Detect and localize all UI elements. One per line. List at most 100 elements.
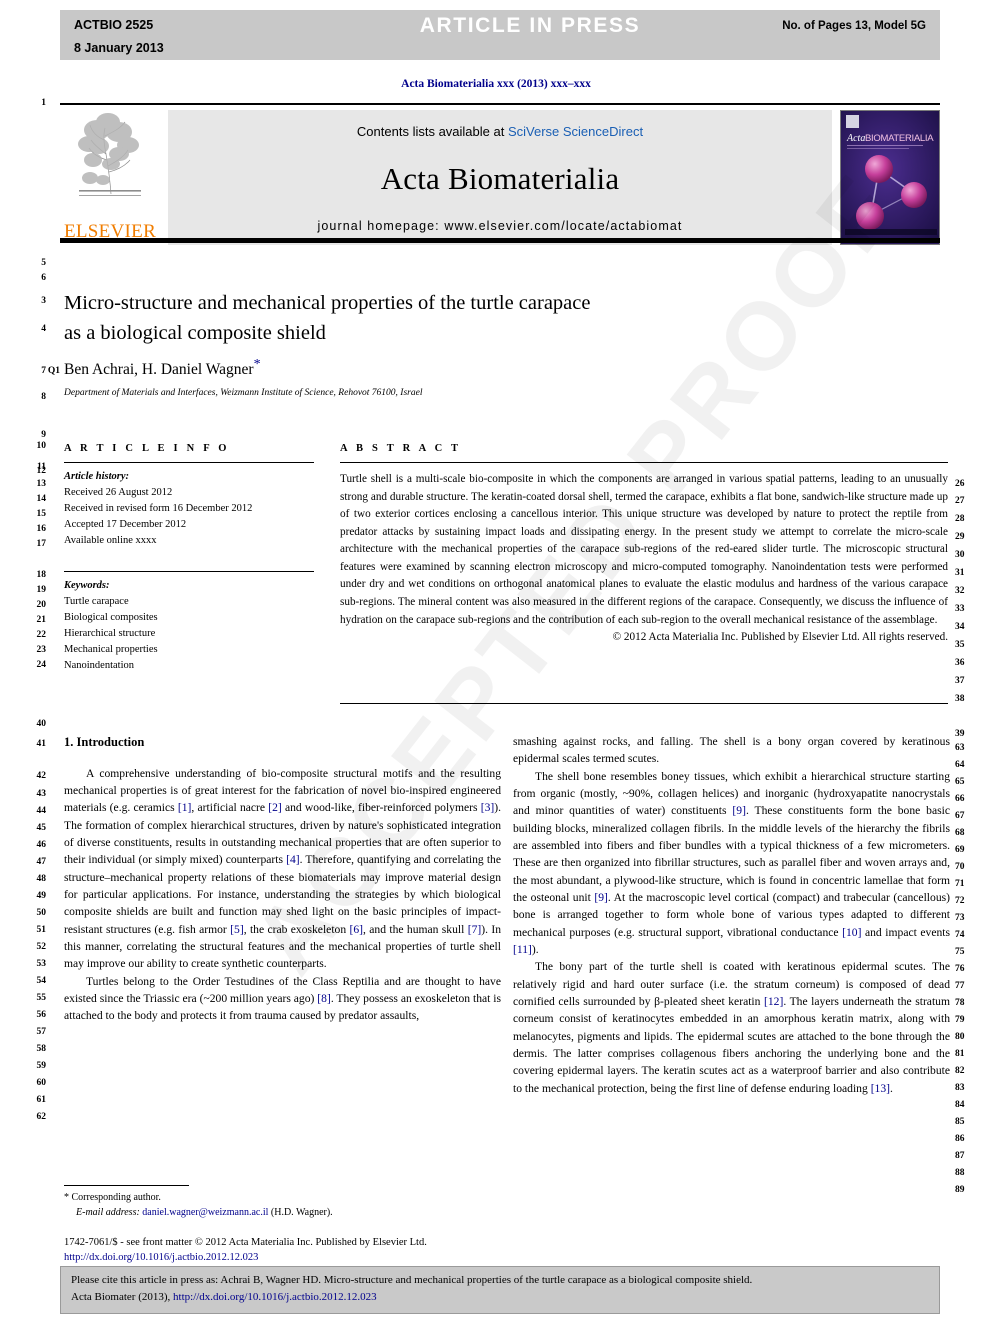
author-email-link[interactable]: daniel.wagner@weizmann.ac.il (142, 1207, 268, 1218)
citation-doi-link[interactable]: http://dx.doi.org/10.1016/j.actbio.2012.… (173, 1291, 377, 1303)
contents-prefix: Contents lists available at (356, 124, 508, 139)
abstract-rule (340, 462, 948, 463)
line-number: 44 (36, 806, 47, 816)
line-number: 4 (41, 324, 46, 334)
body-paragraph: The bony part of the turtle shell is coa… (513, 960, 950, 1095)
line-number: 48 (36, 874, 47, 884)
banner-left-meta: ACTBIO 2525 8 January 2013 (60, 10, 360, 60)
imprint-doi-link[interactable]: http://dx.doi.org/10.1016/j.actbio.2012.… (64, 1250, 624, 1265)
line-number: 8 (41, 392, 46, 402)
line-number: 43 (36, 789, 47, 799)
line-number: 75 (955, 947, 965, 957)
line-number: 13 (36, 479, 47, 489)
reference-citation[interactable]: [13] (871, 1082, 890, 1095)
reference-citation[interactable]: [9] (594, 891, 608, 904)
reference-citation[interactable]: [8] (317, 992, 331, 1005)
reference-citation[interactable]: [2] (268, 801, 282, 814)
line-number: 70 (955, 862, 965, 872)
line-number: 53 (36, 959, 47, 969)
article-status-banner: ACTBIO 2525 8 January 2013 ARTICLE IN PR… (60, 10, 940, 60)
reference-citation[interactable]: [12] (764, 995, 783, 1008)
email-line: E-mail address: daniel.wagner@weizmann.a… (64, 1206, 501, 1221)
line-number: 3 (41, 296, 46, 306)
reference-citation[interactable]: [11] (513, 943, 532, 956)
history-item: Available online xxxx (64, 534, 157, 546)
line-number: 63 (955, 743, 965, 753)
line-number: 72 (955, 896, 965, 906)
history-item: Accepted 17 December 2012 (64, 518, 187, 530)
line-number: 18 (36, 570, 47, 580)
line-number: 83 (955, 1083, 965, 1093)
banner-center: ARTICLE IN PRESS (360, 10, 700, 60)
footnote-star-icon: * (64, 1192, 69, 1203)
journal-homepage-line[interactable]: journal homepage: www.elsevier.com/locat… (318, 219, 683, 233)
line-number: 84 (955, 1100, 965, 1110)
line-number: 49 (36, 891, 47, 901)
reference-citation[interactable]: [5] (230, 923, 244, 936)
line-number: 85 (955, 1117, 965, 1127)
section-heading-introduction: 1. Introduction (64, 735, 145, 749)
reference-citation[interactable]: [3] (481, 801, 495, 814)
line-number: 56 (36, 1010, 47, 1020)
imprint-line: 1742-7061/$ - see front matter © 2012 Ac… (64, 1237, 427, 1248)
pages-model-label: No. of Pages 13, Model 5G (782, 20, 926, 32)
affiliation: Department of Materials and Interfaces, … (64, 388, 423, 398)
keywords-label: Keywords: (64, 579, 110, 591)
reference-citation[interactable]: [9] (732, 804, 746, 817)
body-paragraph: smashing against rocks, and falling. The… (513, 735, 950, 766)
line-number: 30 (955, 550, 965, 560)
reference-citation[interactable]: [6] (350, 923, 364, 936)
line-number: 37 (955, 676, 965, 686)
reference-citation[interactable]: [1] (178, 801, 192, 814)
line-number: 21 (36, 615, 47, 625)
line-number: 41 (36, 739, 47, 749)
history-item: Received in revised form 16 December 201… (64, 502, 253, 514)
line-number: 57 (36, 1027, 47, 1037)
line-number: 87 (955, 1151, 965, 1161)
abstract-copyright: © 2012 Acta Materialia Inc. Published by… (612, 631, 948, 644)
line-number: 22 (36, 630, 47, 640)
line-number: 77 (955, 981, 965, 991)
body-paragraph: Turtles belong to the Order Testudines o… (64, 974, 501, 1023)
line-number: 32 (955, 586, 965, 596)
keyword-item: Mechanical properties (64, 643, 158, 655)
line-number: 1 (41, 98, 46, 108)
line-number: 64 (955, 760, 965, 770)
line-number: 86 (955, 1134, 965, 1144)
line-number: 58 (36, 1044, 47, 1054)
svg-text:Acta: Acta (846, 133, 865, 144)
reference-citation[interactable]: [10] (842, 926, 861, 939)
article-code: ACTBIO 2525 (74, 17, 154, 32)
line-number: 5 (41, 258, 46, 268)
line-number: 52 (36, 942, 47, 952)
line-number: 59 (36, 1061, 47, 1071)
line-number: 20 (36, 600, 47, 610)
line-number: 17 (36, 539, 47, 549)
line-number: 26 (955, 479, 965, 489)
elsevier-tree-icon (78, 113, 141, 196)
line-number: 54 (36, 976, 47, 986)
citation-line-1: Please cite this article in press as: Ac… (71, 1274, 753, 1286)
body-column-left: 1. Introduction A comprehensive understa… (64, 733, 501, 1025)
line-number: 55 (36, 993, 47, 1003)
line-number: 27 (955, 496, 965, 506)
history-item: Received 26 August 2012 (64, 486, 173, 498)
line-number: 51 (36, 925, 47, 935)
abstract-heading: A B S T R A C T (340, 443, 462, 454)
line-number: 89 (955, 1185, 965, 1195)
masthead-bottom-rule (60, 238, 940, 243)
page-title: Micro-structure and mechanical propertie… (64, 288, 764, 348)
corresponding-author-marker: * (253, 357, 261, 372)
journal-masthead: ELSEVIER Contents lists available at Sci… (60, 103, 940, 245)
line-number: 34 (955, 622, 965, 632)
sciencedirect-link[interactable]: SciVerse ScienceDirect (508, 124, 643, 139)
banner-right-meta: No. of Pages 13, Model 5G (700, 10, 940, 60)
line-number: 88 (955, 1168, 965, 1178)
reference-citation[interactable]: [4] (286, 853, 300, 866)
article-in-press-label: ARTICLE IN PRESS (419, 14, 641, 37)
banner-date: 8 January 2013 (74, 41, 164, 55)
reference-citation[interactable]: [7] (468, 923, 482, 936)
body-paragraph: The shell bone resembles boney tissues, … (513, 769, 951, 956)
line-number: 76 (955, 964, 965, 974)
journal-reference-line: Acta Biomaterialia xxx (2013) xxx–xxx (401, 78, 591, 90)
